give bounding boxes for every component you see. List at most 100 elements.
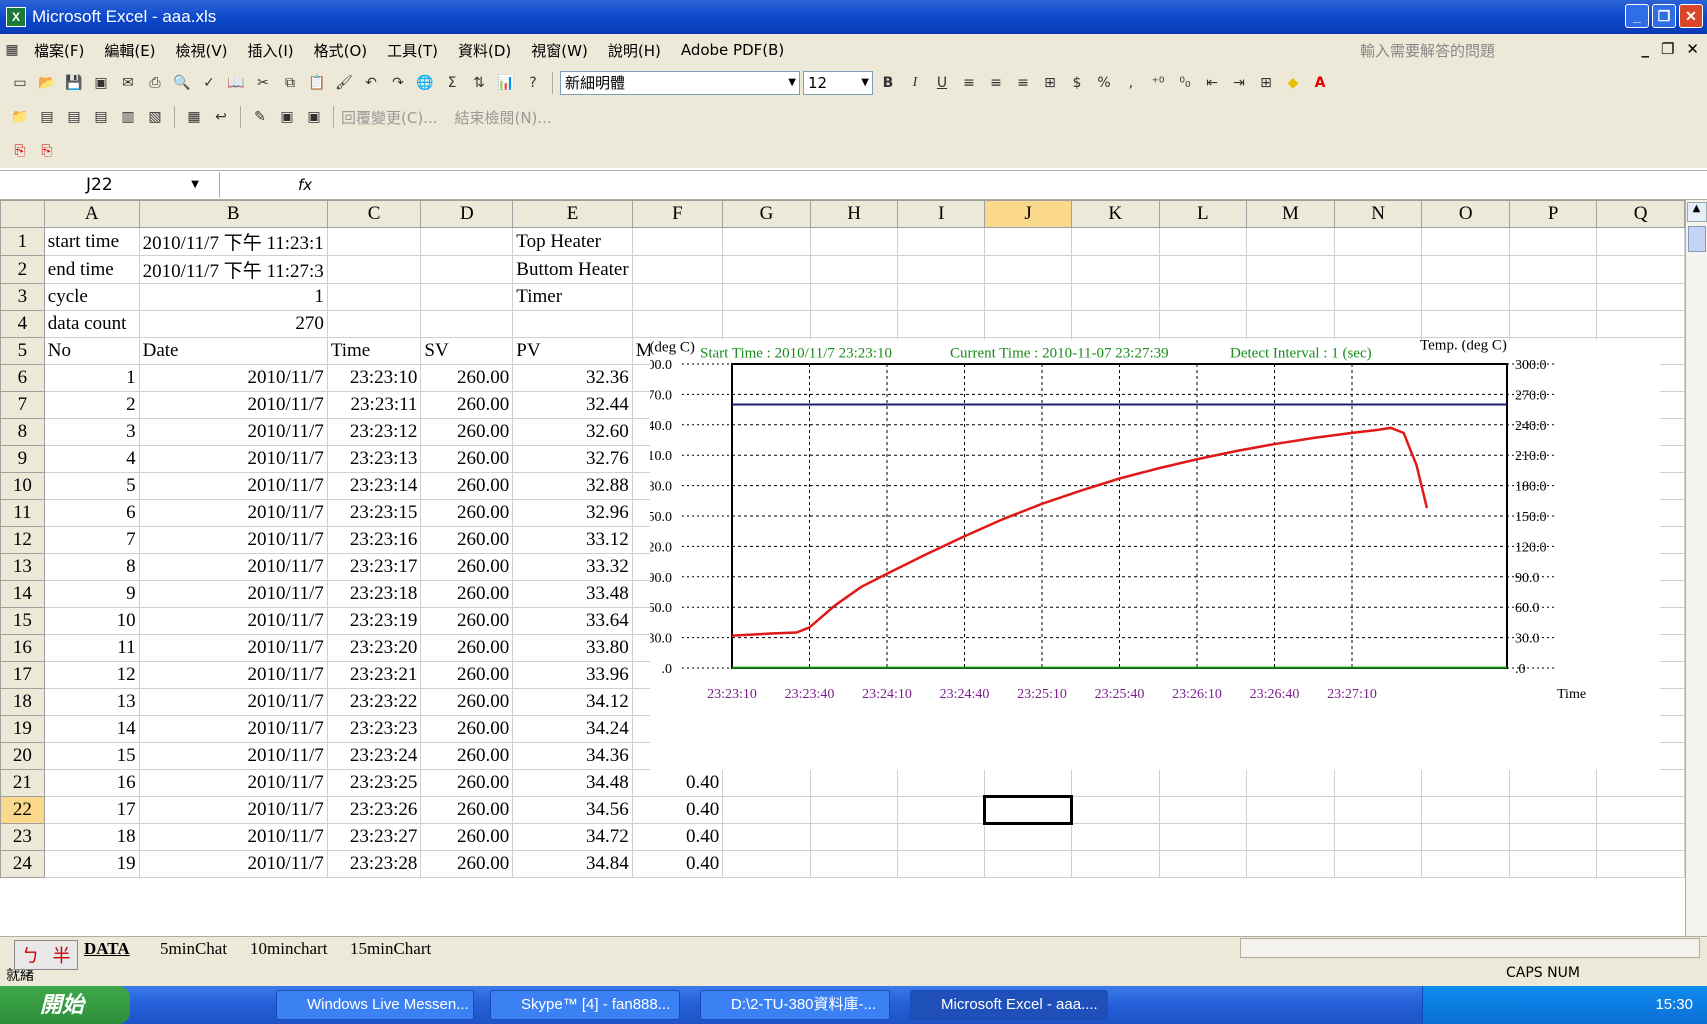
cell[interactable] [984,227,1072,256]
cell[interactable] [1333,796,1423,824]
cell[interactable] [1245,769,1335,797]
cell-value[interactable]: 32.96 [512,499,633,527]
increase-indent-icon[interactable]: ⇥ [1227,71,1251,95]
cell-value[interactable]: 2010/11/7 [138,850,328,878]
column-title[interactable]: Date [138,337,328,365]
column-header-b[interactable]: B [138,200,328,228]
cell[interactable] [1421,310,1511,338]
cell[interactable] [1421,823,1511,851]
row-header[interactable]: 23 [0,823,45,851]
row-header[interactable]: 20 [0,742,45,770]
column-header-q[interactable]: Q [1596,200,1685,228]
cell-value[interactable]: 2010/11/7 [138,472,328,500]
cell[interactable] [1158,769,1247,797]
cell-value[interactable]: 2 [43,391,140,419]
menu-tools[interactable]: 工具(T) [377,40,448,61]
cell[interactable] [1509,850,1598,878]
cell-value[interactable]: 23:23:11 [326,391,422,419]
cell-value[interactable]: 260.00 [420,715,514,743]
cell-label[interactable]: Timer [512,283,633,311]
cell-value[interactable]: 260.00 [420,823,514,851]
cell[interactable] [1158,227,1247,256]
cell[interactable] [1333,283,1423,311]
menu-insert[interactable]: 插入(I) [238,40,304,61]
cell-value[interactable]: 1 [138,283,328,311]
cell[interactable] [1333,823,1423,851]
cell-label[interactable]: start time [43,227,140,256]
cell-value[interactable]: 33.12 [512,526,633,554]
cell[interactable] [1071,796,1160,824]
column-header-d[interactable]: D [420,200,514,228]
scroll-thumb[interactable] [1687,226,1706,252]
cell[interactable] [1596,283,1685,311]
help-icon[interactable]: ? [521,71,545,95]
track-changes-icon[interactable]: ▦ [182,105,206,129]
temperature-chart[interactable]: Temp. (deg C) Start Time : 2010/11/7 23:2… [608,338,1660,770]
row-header[interactable]: 18 [0,688,45,716]
cell[interactable] [1596,769,1685,797]
cell-value[interactable]: 2010/11/7 [138,715,328,743]
cell-value[interactable]: 34.48 [512,769,633,797]
cell-value[interactable]: 1 [43,364,140,392]
cell[interactable] [1421,255,1511,284]
delete-comment-icon[interactable]: ▧ [143,105,167,129]
pdf-email-icon[interactable]: ⎘ [35,139,59,163]
column-title[interactable]: Time [326,337,422,365]
cell-value[interactable]: 23:23:24 [326,742,422,770]
increase-decimal-icon[interactable]: ⁺⁰ [1146,71,1170,95]
cell-value[interactable]: 260.00 [420,553,514,581]
row-header[interactable]: 9 [0,445,45,473]
review-icon[interactable]: ✎ [248,105,272,129]
cell-value[interactable]: 23:23:14 [326,472,422,500]
cell-value[interactable]: 260.00 [420,391,514,419]
cell[interactable] [1596,823,1685,851]
cell-value[interactable]: 3 [43,418,140,446]
cell-value[interactable]: 2010/11/7 下午 11:23:1 [138,227,328,256]
print-preview-icon[interactable]: 🔍 [170,71,194,95]
tab-15minchart[interactable]: 15minChart [350,939,431,959]
column-header-c[interactable]: C [326,200,422,228]
row-header[interactable]: 4 [0,310,45,338]
row-header[interactable]: 1 [0,227,45,256]
cell[interactable] [1071,227,1160,256]
cell-value[interactable]: 23:23:12 [326,418,422,446]
cell-value[interactable]: 23:23:15 [326,499,422,527]
spelling-icon[interactable]: ✓ [197,71,221,95]
row-header[interactable]: 3 [0,283,45,311]
cell-value[interactable]: 4 [43,445,140,473]
cell-value[interactable]: 17 [43,796,140,824]
cut-icon[interactable]: ✂ [251,71,275,95]
cell-value[interactable]: 8 [43,553,140,581]
redo-icon[interactable]: ↷ [386,71,410,95]
column-header-o[interactable]: O [1421,200,1511,228]
maximize-button[interactable]: ❐ [1652,4,1676,28]
active-cell[interactable] [983,795,1073,825]
cell-value[interactable]: 260.00 [420,607,514,635]
menu-adobe-pdf[interactable]: Adobe PDF(B) [671,41,794,59]
cell-value[interactable]: 15 [43,742,140,770]
menu-file[interactable]: 檔案(F) [24,40,94,61]
cell-value[interactable]: 23:23:22 [326,688,422,716]
cell[interactable] [984,310,1072,338]
cell[interactable] [1596,255,1685,284]
cell[interactable] [1071,850,1160,878]
row-header[interactable]: 19 [0,715,45,743]
cell[interactable] [1245,310,1335,338]
cell-value[interactable]: 0.40 [631,769,724,797]
decrease-decimal-icon[interactable]: ⁰₀ [1173,71,1197,95]
cell-value[interactable]: 32.44 [512,391,633,419]
cell[interactable] [326,255,422,284]
cell[interactable] [1245,227,1335,256]
cell[interactable] [722,823,811,851]
cell-value[interactable]: 32.60 [512,418,633,446]
cell[interactable] [631,283,724,311]
cell-value[interactable]: 2010/11/7 [138,499,328,527]
cell[interactable] [984,255,1072,284]
cell-value[interactable]: 2010/11/7 [138,769,328,797]
end-review-button[interactable]: 結束檢閱(N)... [454,107,551,128]
cell-value[interactable]: 2010/11/7 [138,580,328,608]
cell[interactable] [1596,310,1685,338]
scroll-up-icon[interactable]: ▲ [1686,202,1707,222]
cell-value[interactable]: 14 [43,715,140,743]
cell[interactable] [1071,283,1160,311]
